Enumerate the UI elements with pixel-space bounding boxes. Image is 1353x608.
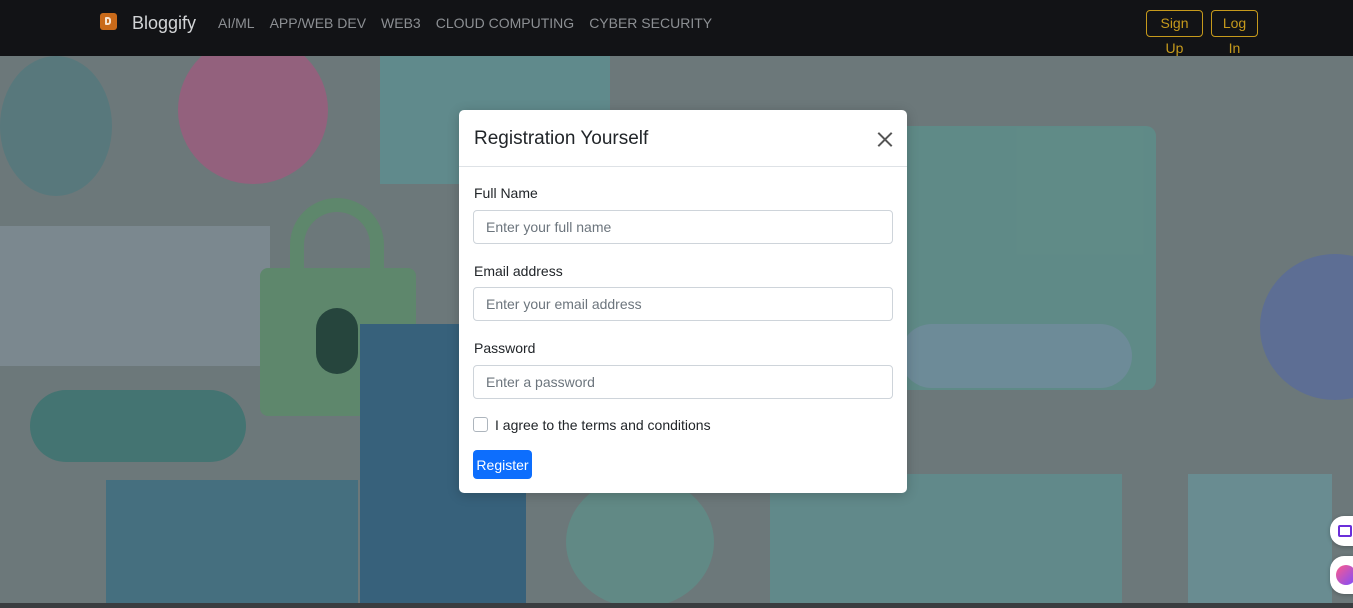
bottom-scrollbar-strip <box>0 603 1353 608</box>
book-icon <box>1338 525 1352 537</box>
nav-link-web3[interactable]: WEB3 <box>381 15 421 31</box>
terms-checkbox[interactable] <box>473 417 488 432</box>
registration-modal: Registration Yourself Full Name Email ad… <box>459 110 907 493</box>
nav-link-cyber-security[interactable]: CYBER SECURITY <box>589 15 712 31</box>
modal-header: Registration Yourself <box>459 110 907 167</box>
log-in-button[interactable]: Log In <box>1211 10 1258 56</box>
email-label: Email address <box>474 263 563 279</box>
full-name-input[interactable] <box>473 210 893 244</box>
full-name-label: Full Name <box>474 185 538 201</box>
terms-label[interactable]: I agree to the terms and conditions <box>495 417 711 433</box>
modal-title: Registration Yourself <box>474 128 649 149</box>
brand-name[interactable]: Bloggify <box>132 13 196 34</box>
reader-widget-button[interactable] <box>1330 516 1353 546</box>
email-input[interactable] <box>473 287 893 321</box>
nav-links: AI/ML APP/WEB DEV WEB3 CLOUD COMPUTING C… <box>218 15 712 31</box>
password-label: Password <box>474 340 536 356</box>
navbar: Bloggify AI/ML APP/WEB DEV WEB3 CLOUD CO… <box>0 0 1353 56</box>
nav-link-app-web-dev[interactable]: APP/WEB DEV <box>270 15 366 31</box>
close-icon[interactable] <box>875 129 895 149</box>
assistant-widget-button[interactable] <box>1330 556 1353 594</box>
password-input[interactable] <box>473 365 893 399</box>
nav-link-ai-ml[interactable]: AI/ML <box>218 15 255 31</box>
sign-up-button[interactable]: Sign Up <box>1146 10 1203 56</box>
blogger-logo-icon[interactable] <box>100 13 117 30</box>
register-button[interactable]: Register <box>473 450 532 479</box>
nav-link-cloud-computing[interactable]: CLOUD COMPUTING <box>436 15 574 31</box>
brain-icon <box>1336 565 1353 585</box>
